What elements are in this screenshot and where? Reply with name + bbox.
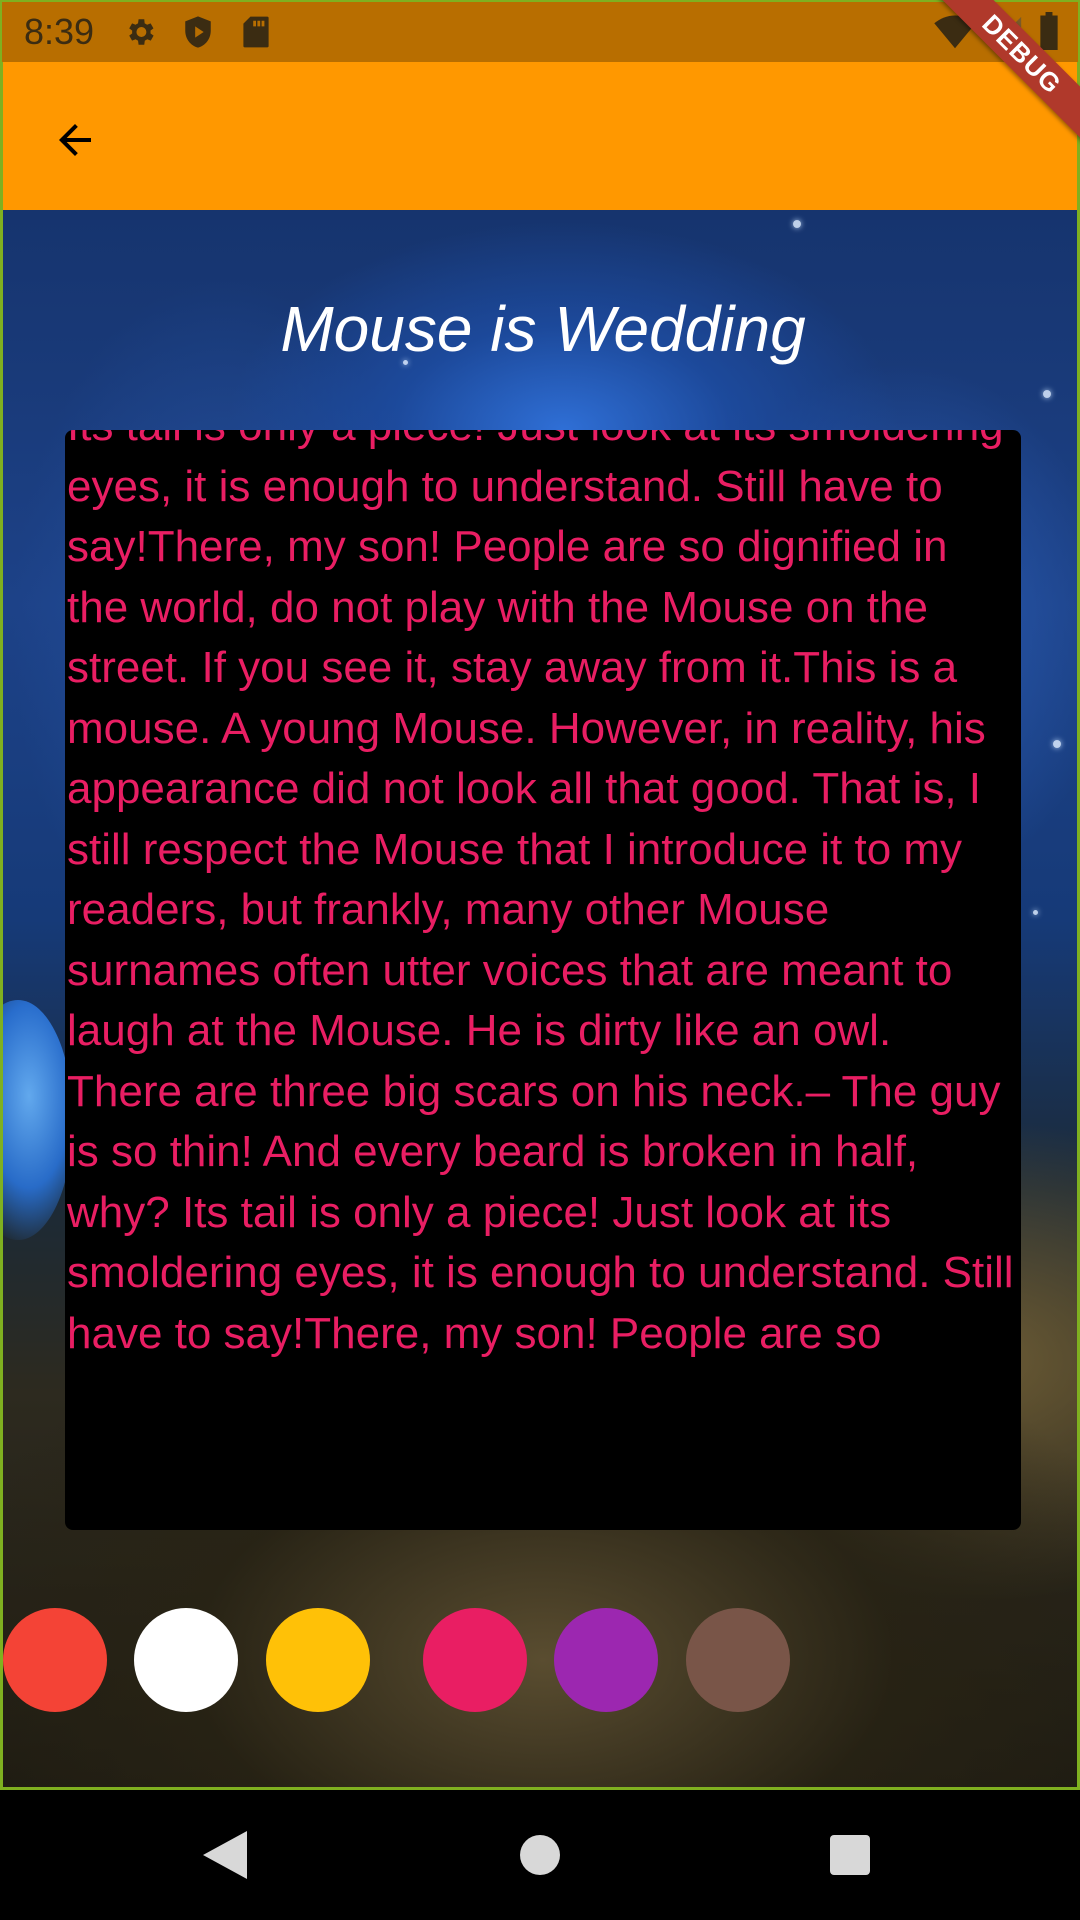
color-swatch-amber[interactable] bbox=[266, 1608, 370, 1712]
sd-card-icon bbox=[238, 14, 274, 50]
app-bar bbox=[0, 62, 1080, 210]
color-swatch-white[interactable] bbox=[134, 1608, 238, 1712]
color-picker-row bbox=[3, 1608, 1077, 1718]
shield-icon bbox=[180, 14, 216, 50]
status-bar: 8:39 bbox=[0, 0, 1080, 62]
battery-icon bbox=[1038, 12, 1060, 55]
signal-icon bbox=[990, 12, 1024, 55]
background-image: Mouse is Wedding Its tail is only a piec… bbox=[0, 210, 1080, 1790]
back-triangle-icon bbox=[203, 1831, 247, 1879]
story-scroll-box[interactable]: Its tail is only a piece! Just look at i… bbox=[65, 430, 1021, 1530]
gear-icon bbox=[122, 14, 158, 50]
butterfly-decoration bbox=[3, 1000, 73, 1240]
nav-recents-button[interactable] bbox=[815, 1820, 885, 1890]
status-time: 8:39 bbox=[24, 11, 95, 52]
story-title: Mouse is Wedding bbox=[280, 293, 806, 365]
story-body-text: Its tail is only a piece! Just look at i… bbox=[67, 430, 1014, 1358]
color-swatch-pink[interactable] bbox=[423, 1608, 527, 1712]
home-circle-icon bbox=[520, 1835, 560, 1875]
wifi-icon bbox=[934, 12, 976, 55]
arrow-back-icon bbox=[59, 124, 91, 156]
system-nav-bar bbox=[0, 1790, 1080, 1920]
sparkle bbox=[1043, 390, 1051, 398]
back-button[interactable] bbox=[39, 104, 111, 176]
color-swatch-brown[interactable] bbox=[686, 1608, 790, 1712]
nav-back-button[interactable] bbox=[190, 1820, 260, 1890]
sparkle bbox=[793, 220, 801, 228]
sparkle bbox=[1033, 910, 1038, 915]
color-swatch-purple[interactable] bbox=[554, 1608, 658, 1712]
color-swatch-red[interactable] bbox=[3, 1608, 107, 1712]
recents-square-icon bbox=[830, 1835, 870, 1875]
sparkle bbox=[1053, 740, 1061, 748]
nav-home-button[interactable] bbox=[505, 1820, 575, 1890]
